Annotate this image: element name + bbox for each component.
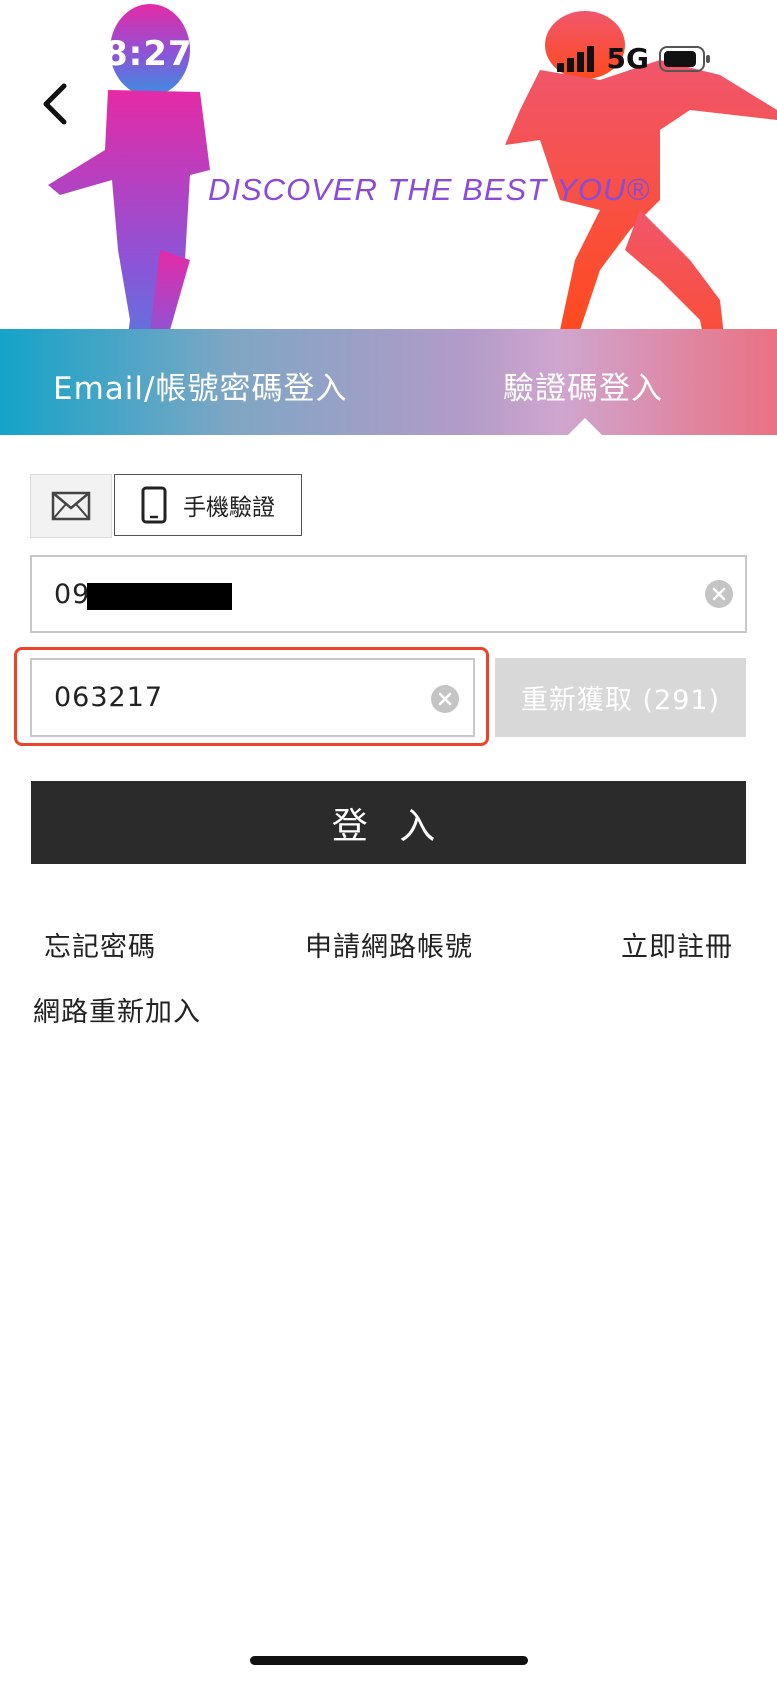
- verification-method-toggle: 手機驗證: [30, 474, 302, 538]
- verification-code-value: 063217: [54, 682, 164, 713]
- network-label: 5G: [606, 42, 649, 75]
- back-button[interactable]: [36, 80, 76, 128]
- clear-code-icon[interactable]: [431, 685, 459, 713]
- phone-number-value: 09: [54, 579, 91, 610]
- battery-icon: [659, 45, 710, 72]
- redacted-phone-digits: [87, 583, 232, 610]
- hero-banner: 8:27 5G DISCOVER THE BEST YOU® Email/帳號密…: [0, 0, 777, 435]
- phone-icon: [141, 486, 167, 524]
- status-indicators: 5G: [556, 42, 711, 75]
- login-button[interactable]: 登 入: [31, 781, 746, 864]
- clear-phone-icon[interactable]: [705, 580, 733, 608]
- envelope-icon: [51, 491, 91, 521]
- home-indicator: [250, 1656, 528, 1665]
- email-method-button[interactable]: [30, 474, 112, 538]
- hero-tagline: DISCOVER THE BEST YOU®: [208, 172, 651, 207]
- rejoin-online-link[interactable]: 網路重新加入: [33, 990, 201, 1029]
- phone-number-input[interactable]: 09: [30, 555, 747, 633]
- active-tab-indicator: [568, 418, 602, 435]
- phone-method-button[interactable]: 手機驗證: [114, 474, 302, 536]
- apply-online-account-link[interactable]: 申請網路帳號: [305, 925, 473, 964]
- verification-code-input[interactable]: 063217: [30, 658, 475, 737]
- status-time: 8:27: [104, 34, 193, 74]
- register-now-link[interactable]: 立即註冊: [621, 925, 733, 964]
- phone-method-label: 手機驗證: [183, 495, 275, 521]
- resend-code-button[interactable]: 重新獲取 (291): [495, 658, 746, 737]
- forgot-password-link[interactable]: 忘記密碼: [44, 925, 156, 964]
- tab-verification-code-login[interactable]: 驗證碼登入: [503, 363, 663, 408]
- login-tabs: Email/帳號密碼登入 驗證碼登入: [0, 329, 777, 435]
- signal-icon: [556, 45, 594, 72]
- chevron-left-icon: [43, 83, 67, 125]
- tab-email-password-login[interactable]: Email/帳號密碼登入: [53, 363, 347, 408]
